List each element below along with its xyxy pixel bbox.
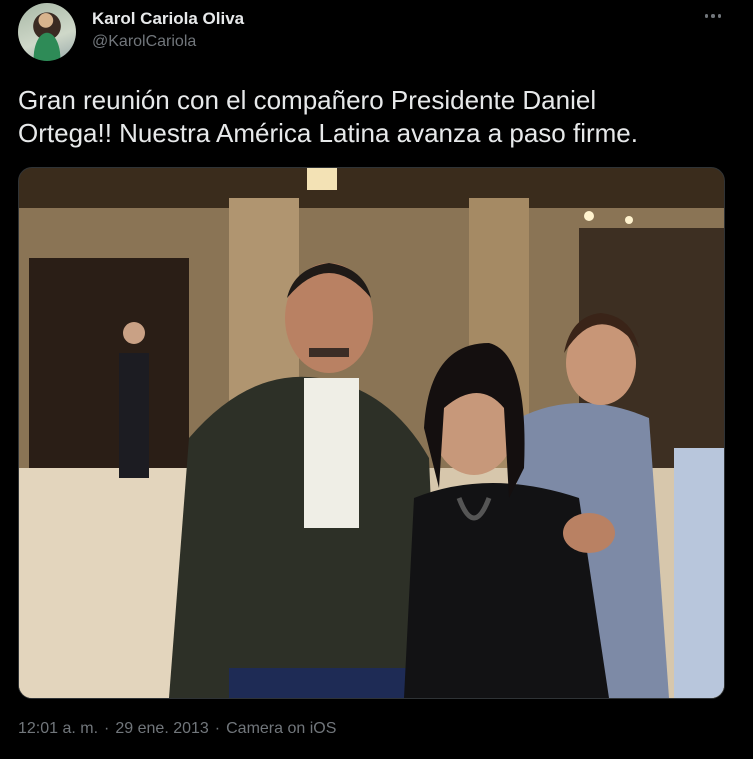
photo-illustration bbox=[19, 168, 724, 698]
tweet-meta: 12:01 a. m. · 29 ene. 2013 · Camera on iOS bbox=[18, 720, 336, 738]
tweet-card: Karol Cariola Oliva @KarolCariola Gran r… bbox=[0, 0, 753, 759]
tweet-date[interactable]: 29 ene. 2013 bbox=[115, 720, 208, 737]
author-name[interactable]: Karol Cariola Oliva bbox=[92, 9, 244, 29]
tweet-text: Gran reunión con el compañero Presidente… bbox=[18, 84, 728, 150]
tweet-source[interactable]: Camera on iOS bbox=[226, 720, 336, 737]
more-horizontal-icon bbox=[711, 14, 715, 18]
tweet-photo[interactable] bbox=[18, 167, 725, 699]
author-handle[interactable]: @KarolCariola bbox=[92, 33, 196, 51]
more-horizontal-icon bbox=[717, 14, 722, 18]
meta-separator: · bbox=[214, 720, 221, 737]
more-horizontal-icon bbox=[704, 14, 709, 18]
tweet-text-line: Gran reunión con el compañero Presidente… bbox=[18, 85, 597, 115]
tweet-time[interactable]: 12:01 a. m. bbox=[18, 720, 98, 737]
tweet-text-line: Ortega!! Nuestra América Latina avanza a… bbox=[18, 118, 638, 148]
meta-separator: · bbox=[104, 720, 110, 737]
more-options-button[interactable] bbox=[701, 4, 725, 28]
author-avatar[interactable] bbox=[18, 3, 76, 61]
